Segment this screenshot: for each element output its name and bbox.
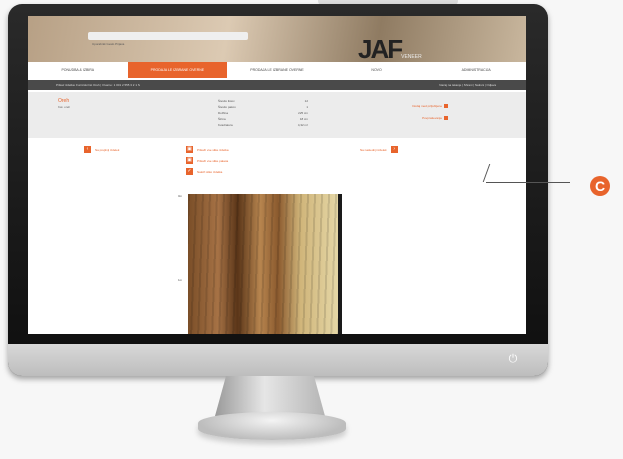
favorite-label: Dodaj med priljubljene: [412, 104, 442, 108]
site-logo[interactable]: JAFVENEER: [358, 34, 422, 65]
nav-item[interactable]: PONUDBA & IZBIRA: [28, 62, 128, 78]
gallery-package-button[interactable]: ▣ Prikaži vse slike paketa: [186, 157, 228, 164]
login-bar[interactable]: Uporabnik Geslo Prijava: [88, 32, 248, 46]
site-header: Uporabnik Geslo Prijava JAFVENEER: [28, 16, 526, 65]
power-icon: ⏻: [508, 353, 518, 365]
product-specs: Število listov 12 Število pakov 1 Dolžina 2…: [218, 98, 308, 128]
image-ruler: [338, 194, 342, 334]
veneer-image[interactable]: [188, 194, 338, 334]
monitor-frame: Uporabnik Geslo Prijava JAFVENEER PONUDB…: [8, 4, 548, 376]
callout-line: [486, 164, 570, 183]
product-info-panel: Oreh Kat. oreh Število listov 12 Število …: [28, 92, 526, 138]
login-text: Uporabnik Geslo Prijava: [92, 42, 125, 46]
prev-product-button[interactable]: ‹ Na prejšnji izdelek: [84, 146, 119, 153]
next-product-button[interactable]: › Na naslednji izdelek: [360, 146, 398, 153]
ruler-label: 0m: [178, 194, 183, 198]
nav-item[interactable]: ADMINISTRACIJA: [426, 62, 526, 78]
download-label: Naloži sliko izdelka: [197, 169, 223, 174]
mail-icon: [444, 116, 448, 121]
gallery-product-label: Prikaži vse slike izdelka: [197, 147, 229, 152]
gallery-icon: ▣: [186, 146, 193, 153]
nav-item-active[interactable]: PRODAJA LE IZBRANE OVERNE: [127, 62, 228, 78]
download-icon: ✓: [186, 168, 193, 175]
product-title: Oreh: [58, 98, 70, 104]
breadcrumb-bar: Prikaz izdelka: Furnirski list Oreh | Ov…: [28, 80, 526, 90]
logo-text: JAF: [358, 34, 403, 64]
gallery-icon: ▣: [186, 157, 193, 164]
ruler-label: 1m: [178, 278, 183, 282]
callout-badge: C: [590, 176, 610, 196]
gallery-product-button[interactable]: ▣ Prikaži vse slike izdelka: [186, 146, 229, 153]
download-image-button[interactable]: ✓ Naloži sliko izdelka: [186, 168, 222, 175]
toolbar-links[interactable]: Nazaj na iskanje | Shrani | Natisni | Od…: [439, 80, 496, 90]
product-links: Dodaj med priljubljene Povpraševanje: [368, 100, 448, 124]
inquiry-label: Povpraševanje: [422, 116, 442, 120]
nav-item[interactable]: NOVO: [327, 62, 427, 78]
breadcrumb: Prikaz izdelka: Furnirski list Oreh | Ov…: [56, 83, 140, 87]
favorite-link[interactable]: Dodaj med priljubljene: [368, 100, 448, 112]
inquiry-link[interactable]: Povpraševanje: [368, 112, 448, 124]
next-label: Na naslednji izdelek: [360, 147, 387, 152]
monitor-stand: [215, 376, 325, 416]
spec-label: Kvadratura: [218, 123, 233, 127]
heart-icon: [444, 104, 448, 109]
prev-label: Na prejšnji izdelek: [95, 147, 120, 152]
main-nav: PONUDBA & IZBIRA PRODAJA LE IZBRANE OVER…: [28, 62, 526, 78]
logo-subtitle: VENEER: [401, 54, 422, 60]
monitor-base: [198, 412, 346, 440]
monitor-chin: ⏻: [8, 344, 548, 376]
spec-value: 4,32 m²: [297, 123, 308, 127]
nav-item[interactable]: PRODAJA LE IZBRANE OVERNE: [227, 62, 327, 78]
gallery-package-label: Prikaži vse slike paketa: [197, 158, 229, 163]
product-subtitle: Kat. oreh: [58, 105, 71, 109]
spec-row: Kvadratura 4,32 m²: [218, 122, 308, 128]
screen: Uporabnik Geslo Prijava JAFVENEER PONUDB…: [28, 16, 526, 334]
arrow-left-icon: ‹: [84, 146, 91, 153]
arrow-right-icon: ›: [390, 146, 398, 153]
